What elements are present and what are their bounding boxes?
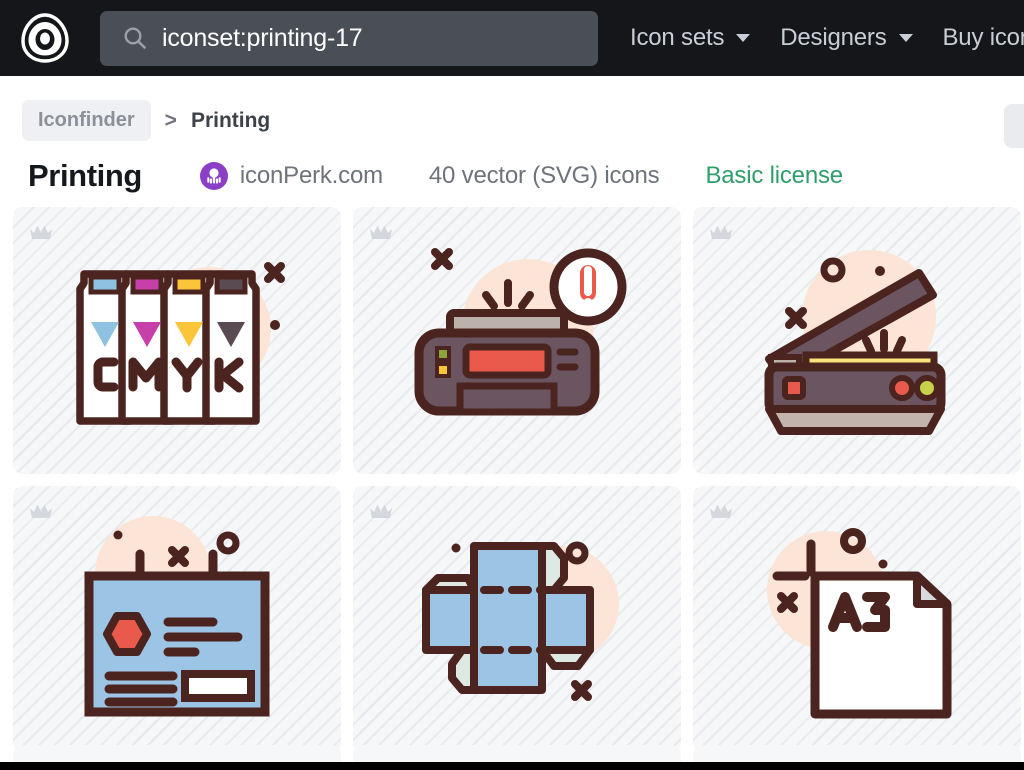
nav-item-label: Icon sets xyxy=(630,24,724,52)
iconperk-avatar xyxy=(200,162,228,190)
icon-card-a3-paper-size[interactable] xyxy=(693,486,1021,753)
banner-poster-icon xyxy=(13,486,341,753)
breadcrumb-right-action[interactable] xyxy=(1004,104,1024,148)
author-link[interactable]: iconPerk.com xyxy=(200,162,383,190)
chevron-down-icon xyxy=(899,34,913,42)
icon-card-partial[interactable] xyxy=(693,745,1021,763)
printer-error-icon xyxy=(353,207,681,474)
icon-card-partial[interactable] xyxy=(13,745,341,763)
breadcrumb-separator: > xyxy=(165,109,177,133)
main-nav: Icon sets Designers Buy icon xyxy=(630,24,1024,52)
window-bottom-strip xyxy=(0,762,1024,770)
icon-grid-next-row xyxy=(13,745,1024,763)
icon-count-label: 40 vector (SVG) icons xyxy=(429,162,660,190)
flatbed-scanner-icon xyxy=(693,207,1021,474)
breadcrumb-current: Printing xyxy=(191,109,270,133)
a3-paper-size-icon xyxy=(693,486,1021,753)
nav-item-icon-sets[interactable]: Icon sets xyxy=(630,24,750,52)
iconfinder-iconset-page: Icon sets Designers Buy icon Iconfinder … xyxy=(0,0,1024,770)
chevron-down-icon xyxy=(736,34,750,42)
icon-card-printer-error[interactable] xyxy=(353,207,681,474)
cmyk-ink-cartridges-icon xyxy=(13,207,341,474)
box-die-cut-template-icon xyxy=(353,486,681,753)
top-navigation-bar: Icon sets Designers Buy icon xyxy=(0,0,1024,76)
search-input[interactable] xyxy=(162,18,562,58)
iconset-header: Printing iconPerk.com 40 vector (SVG) ic… xyxy=(28,158,843,194)
nav-item-buy-icon[interactable]: Buy icon xyxy=(943,24,1024,52)
icon-grid xyxy=(13,207,1024,753)
icon-card-flatbed-scanner[interactable] xyxy=(693,207,1021,474)
nav-item-label: Buy icon xyxy=(943,24,1024,52)
icon-card-box-die-cut-template[interactable] xyxy=(353,486,681,753)
nav-item-label: Designers xyxy=(780,24,886,52)
page-title: Printing xyxy=(28,158,142,194)
breadcrumb: Iconfinder > Printing xyxy=(22,100,270,141)
search-icon xyxy=(122,25,148,51)
icon-card-banner-poster[interactable] xyxy=(13,486,341,753)
license-link[interactable]: Basic license xyxy=(705,162,842,190)
author-name: iconPerk.com xyxy=(240,162,383,190)
icon-card-cmyk-ink-cartridges[interactable] xyxy=(13,207,341,474)
search-bar[interactable] xyxy=(100,11,598,66)
icon-card-partial[interactable] xyxy=(353,745,681,763)
iconfinder-eye-logo[interactable] xyxy=(18,11,72,65)
breadcrumb-home[interactable]: Iconfinder xyxy=(22,100,151,141)
nav-item-designers[interactable]: Designers xyxy=(780,24,912,52)
